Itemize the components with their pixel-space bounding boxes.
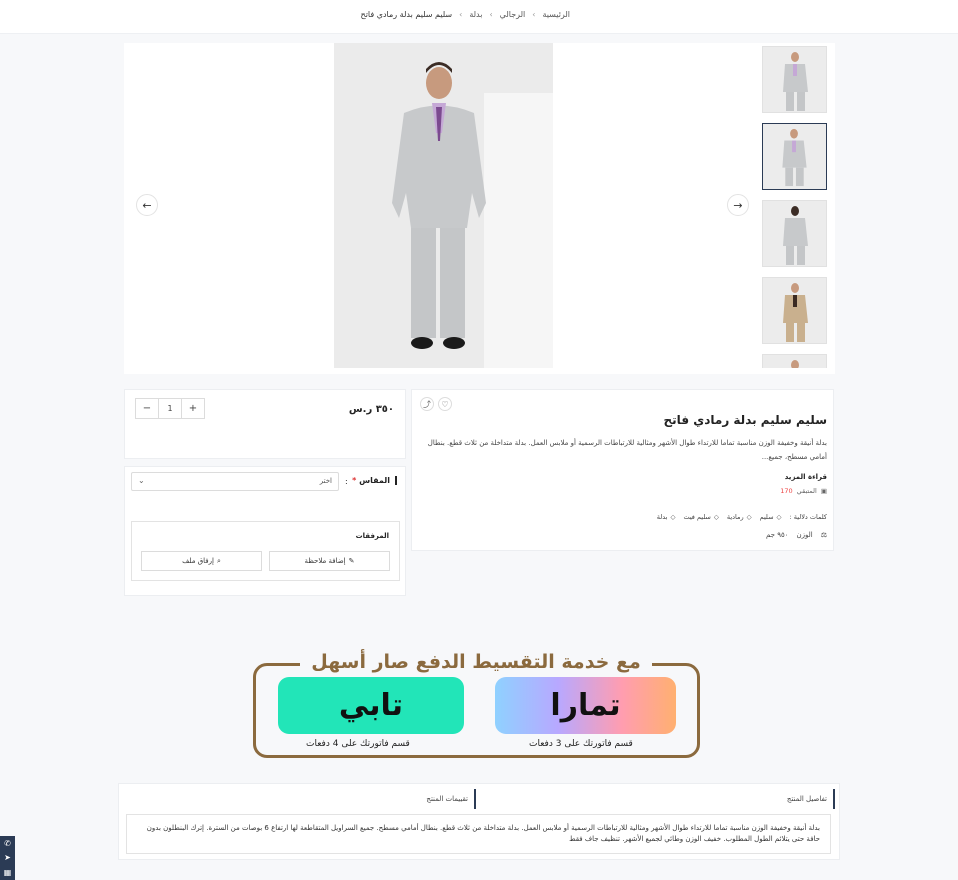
stock-count: 170 bbox=[780, 487, 793, 495]
tamara-logo: تمارا bbox=[495, 677, 676, 734]
tag-label: بدلة bbox=[656, 513, 668, 521]
arrow-left-icon: ← bbox=[142, 198, 152, 212]
tag-label: رمادية bbox=[726, 513, 744, 521]
price-panel: ٣٥٠ ر.س − 1 + bbox=[124, 389, 406, 459]
thumbnail[interactable] bbox=[762, 354, 827, 368]
size-label-text: المقاس bbox=[359, 476, 390, 485]
size-colon: : bbox=[345, 477, 348, 486]
quantity-value[interactable]: 1 bbox=[158, 399, 182, 418]
thumbnail[interactable] bbox=[762, 46, 827, 113]
tab-product-details[interactable]: تفاصيل المنتج bbox=[787, 789, 835, 809]
breadcrumb-current: سليم سليم بدلة رمادي فاتح bbox=[360, 10, 453, 19]
product-details-section: تفاصيل المنتج تقييمات المنتج بدلة أنيقة … bbox=[118, 783, 840, 860]
telegram-icon[interactable]: ➤ bbox=[4, 853, 11, 862]
attach-file-button[interactable]: ⌕ إرفاق ملف bbox=[141, 551, 262, 571]
tag-icon: ◇ bbox=[713, 513, 719, 521]
suit-figure-image bbox=[334, 43, 553, 368]
thumbnail-image bbox=[763, 201, 826, 266]
weight-label: الوزن bbox=[796, 531, 813, 539]
details-tabs: تفاصيل المنتج تقييمات المنتج bbox=[119, 784, 839, 809]
thumbnail-image bbox=[763, 355, 826, 368]
size-select[interactable]: اختر ⌄ bbox=[131, 472, 339, 491]
tags-row: كلمات دلالية : ◇ سليم ◇ رمادية ◇ سليم فيت ◇… bbox=[657, 513, 827, 521]
breadcrumb-separator: › bbox=[489, 10, 493, 19]
heart-icon: ♡ bbox=[441, 399, 449, 409]
thumbnail-strip bbox=[762, 46, 828, 368]
tag-item[interactable]: ◇ بدلة bbox=[657, 513, 676, 521]
whatsapp-icon[interactable]: ✆ bbox=[4, 839, 11, 848]
thumbnail[interactable] bbox=[762, 200, 827, 267]
weight-info: ⚖ الوزن ٩٥٠ جم bbox=[766, 531, 827, 539]
gift-icon[interactable]: ▦ bbox=[4, 868, 12, 877]
size-select-value: اختر bbox=[319, 477, 332, 485]
stock-icon: ▣ bbox=[820, 487, 827, 495]
breadcrumb-home[interactable]: الرئيسية bbox=[542, 10, 570, 19]
social-float-bar: ✆ ➤ ▦ bbox=[0, 836, 15, 880]
tag-icon: ◇ bbox=[776, 513, 782, 521]
weight-value: ٩٥٠ جم bbox=[766, 531, 789, 539]
increase-quantity-button[interactable]: + bbox=[182, 399, 204, 418]
chevron-down-icon: ⌄ bbox=[138, 476, 145, 485]
required-mark: * bbox=[352, 476, 357, 485]
tab-product-reviews[interactable]: تقييمات المنتج bbox=[426, 789, 476, 809]
size-label: المقاس * bbox=[352, 476, 397, 485]
share-button[interactable]: ⤴ bbox=[420, 397, 434, 411]
tamara-caption: قسم فاتورتك على 3 دفعات bbox=[529, 739, 633, 749]
tags-label: كلمات دلالية : bbox=[789, 513, 827, 521]
tag-item[interactable]: ◇ سليم bbox=[760, 513, 782, 521]
product-info-panel: ⤴ ♡ سليم سليم بدلة رمادي فاتح بدلة أنيقة… bbox=[411, 389, 834, 551]
stock-label: المتبقي bbox=[796, 487, 817, 495]
tag-item[interactable]: ◇ رمادية bbox=[727, 513, 752, 521]
add-note-label: إضافة ملاحظة bbox=[304, 557, 346, 565]
attachments-title: المرفقات bbox=[355, 532, 389, 540]
thumbnail-active[interactable] bbox=[762, 123, 827, 190]
note-icon: ✎ bbox=[348, 557, 355, 565]
add-note-button[interactable]: ✎ إضافة ملاحظة bbox=[269, 551, 390, 571]
thumbnail-image bbox=[763, 124, 826, 189]
product-gallery: ← → bbox=[124, 43, 835, 374]
thumbnail-image bbox=[763, 47, 826, 112]
decrease-quantity-button[interactable]: − bbox=[136, 399, 158, 418]
banner-title: مع خدمة التقسيط الدفع صار أسهل bbox=[300, 650, 652, 674]
top-bar: الرئيسية › الرجالي › بدلة › سليم سليم بد… bbox=[0, 0, 958, 34]
tag-icon: ◇ bbox=[746, 513, 752, 521]
tabby-caption: قسم فاتورتك على 4 دفعات bbox=[306, 739, 410, 749]
options-panel: المقاس * : اختر ⌄ المرفقات ✎ إضافة ملاحظ… bbox=[124, 466, 406, 596]
breadcrumb: الرئيسية › الرجالي › بدلة › سليم سليم بد… bbox=[361, 10, 570, 19]
plus-icon: + bbox=[188, 403, 198, 414]
breadcrumb-separator: › bbox=[532, 10, 536, 19]
tag-icon: ◇ bbox=[670, 513, 676, 521]
minus-icon: − bbox=[142, 403, 152, 414]
attach-file-label: إرفاق ملف bbox=[182, 557, 214, 565]
arrow-right-icon: → bbox=[733, 198, 743, 212]
tag-label: سليم bbox=[759, 513, 774, 521]
wishlist-button[interactable]: ♡ bbox=[438, 397, 452, 411]
tag-label: سليم فيت bbox=[683, 513, 711, 521]
product-description: بدلة أنيقة وخفيفة الوزن مناسبة تماما للا… bbox=[427, 439, 827, 461]
installment-banner[interactable]: مع خدمة التقسيط الدفع صار أسهل تابي تمار… bbox=[252, 650, 701, 760]
weight-icon: ⚖ bbox=[820, 531, 827, 539]
quantity-stepper[interactable]: − 1 + bbox=[135, 398, 205, 419]
breadcrumb-suit[interactable]: بدلة bbox=[469, 10, 482, 19]
share-icon: ⤴ bbox=[423, 399, 431, 409]
breadcrumb-separator: › bbox=[459, 10, 463, 19]
details-text: بدلة أنيقة وخفيفة الوزن مناسبة تماما للا… bbox=[126, 814, 831, 854]
product-price: ٣٥٠ ر.س bbox=[348, 404, 394, 415]
paperclip-icon: ⌕ bbox=[216, 556, 221, 565]
tabby-logo: تابي bbox=[278, 677, 464, 734]
main-product-image[interactable] bbox=[334, 43, 553, 368]
thumbnail[interactable] bbox=[762, 277, 827, 344]
product-title: سليم سليم بدلة رمادي فاتح bbox=[663, 413, 827, 427]
breadcrumb-men[interactable]: الرجالي bbox=[500, 10, 526, 19]
read-more-link[interactable]: قراءة المزيد bbox=[785, 473, 827, 481]
next-image-button[interactable]: → bbox=[727, 194, 749, 216]
prev-image-button[interactable]: ← bbox=[136, 194, 158, 216]
stock-info: ▣ المتبقي 170 bbox=[780, 487, 827, 495]
thumbnail-image bbox=[763, 278, 826, 343]
attachments-box: المرفقات ✎ إضافة ملاحظة ⌕ إرفاق ملف bbox=[131, 521, 400, 581]
tag-item[interactable]: ◇ سليم فيت bbox=[683, 513, 718, 521]
